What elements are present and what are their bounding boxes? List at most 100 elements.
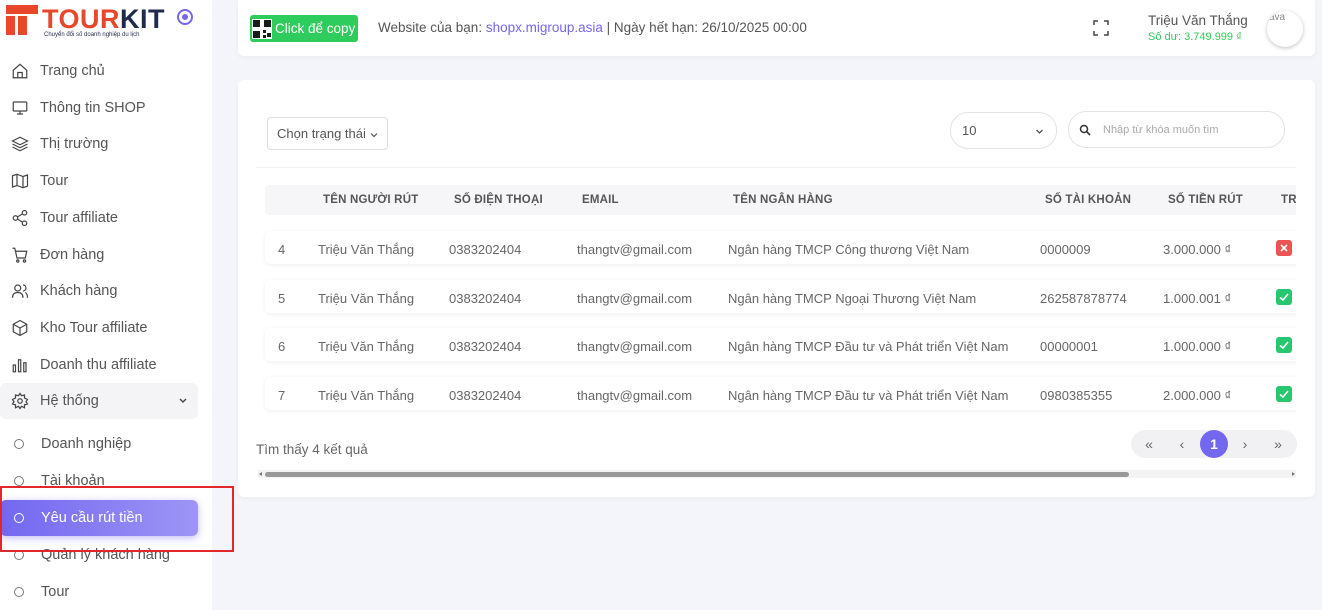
result-count: Tìm thấy 4 kết quả xyxy=(256,442,368,457)
sidebar-item-affiliate-revenue[interactable]: Doanh thu affiliate xyxy=(0,347,198,383)
row-number: 4 xyxy=(278,242,286,257)
circle-bullet-icon xyxy=(14,476,24,486)
user-name: Triệu Văn Thắng xyxy=(1148,13,1248,28)
cart-icon xyxy=(10,245,30,265)
qr-code-icon xyxy=(252,18,272,39)
website-label: Website của bạn: xyxy=(378,20,486,35)
monitor-icon xyxy=(10,98,30,118)
cell-bank: Ngân hàng TMCP Đầu tư và Phát triển Việt… xyxy=(728,339,1009,354)
sidebar-item-label: Kho Tour affiliate xyxy=(40,320,148,336)
home-icon xyxy=(10,61,30,81)
page-size-value: 10 xyxy=(962,123,977,138)
sidebar-item-label: Thị trường xyxy=(40,136,109,152)
tourkit-logo[interactable]: TOURKIT Chuyển đổi số doanh nghiệp du lị… xyxy=(6,4,166,40)
status-rejected-icon[interactable] xyxy=(1276,240,1292,256)
cell-phone: 0383202404 xyxy=(449,242,522,257)
sidebar-item-customers[interactable]: Khách hàng xyxy=(0,273,198,309)
fullscreen-icon[interactable] xyxy=(1093,20,1109,36)
layers-icon xyxy=(10,134,30,154)
chevron-down-icon xyxy=(370,133,378,138)
avatar-alt-text: ava xyxy=(1269,12,1286,23)
pagination: « ‹ 1 › » xyxy=(1131,430,1297,458)
sidebar-subitem-label: Tour xyxy=(41,584,70,600)
column-header-amount: SỐ TIỀN RÚT xyxy=(1168,194,1244,206)
status-filter-value: Chọn trạng thái xyxy=(277,126,366,141)
scrollbar-thumb[interactable] xyxy=(265,472,1129,477)
scroll-left-icon[interactable] xyxy=(259,472,262,476)
cell-amount: 1.000.000 ₫ xyxy=(1163,339,1232,354)
cell-name: Triệu Văn Thắng xyxy=(318,339,415,354)
cell-name: Triệu Văn Thắng xyxy=(318,388,415,403)
sidebar-subitem-tour[interactable]: Tour xyxy=(0,574,198,610)
sidebar-item-tour-affiliate[interactable]: Tour affiliate xyxy=(0,200,198,236)
cell-phone: 0383202404 xyxy=(449,339,522,354)
bar-chart-icon xyxy=(10,355,30,375)
table-row[interactable]: 7 Triệu Văn Thắng 0383202404 thangtv@gma… xyxy=(265,377,1296,410)
expiry-date: | Ngày hết hạn: 26/10/2025 00:00 xyxy=(602,20,807,35)
prev-page-button[interactable]: ‹ xyxy=(1168,430,1196,458)
row-number: 7 xyxy=(278,388,286,403)
next-page-button[interactable]: › xyxy=(1231,430,1259,458)
sidebar-subitem-label: Doanh nghiệp xyxy=(41,436,132,452)
brand-name: TOURKIT xyxy=(42,4,166,34)
column-header-bank: TÊN NGÂN HÀNG xyxy=(733,194,833,206)
sidebar-group-system[interactable]: Hệ thống xyxy=(0,383,198,419)
cell-phone: 0383202404 xyxy=(449,291,522,306)
sidebar-subitem-business[interactable]: Doanh nghiệp xyxy=(0,426,198,462)
website-info: Website của bạn: shopx.migroup.asia | Ng… xyxy=(378,20,807,35)
share-icon xyxy=(10,208,30,228)
status-approved-icon[interactable] xyxy=(1276,386,1292,402)
cell-email: thangtv@gmail.com xyxy=(577,291,693,306)
cell-email: thangtv@gmail.com xyxy=(577,388,693,403)
cell-phone: 0383202404 xyxy=(449,388,522,403)
column-header-email: EMAIL xyxy=(582,194,619,206)
brand-tagline: Chuyển đổi số doanh nghiệp du lịch xyxy=(44,32,140,38)
status-approved-icon[interactable] xyxy=(1276,289,1292,305)
withdrawal-table: TÊN NGƯỜI RÚT SỐ ĐIỆN THOẠI EMAIL TÊN NG… xyxy=(256,167,1296,425)
chevron-down-icon xyxy=(179,398,187,403)
logo-mark-icon xyxy=(6,5,38,35)
sidebar-group-label: Hệ thống xyxy=(40,393,99,409)
avatar[interactable]: ava xyxy=(1267,11,1303,47)
cell-amount: 3.000.000 ₫ xyxy=(1163,242,1232,257)
circle-bullet-icon xyxy=(14,587,24,597)
search-icon xyxy=(1079,124,1091,136)
chevron-down-icon xyxy=(1036,129,1043,134)
cell-email: thangtv@gmail.com xyxy=(577,339,693,354)
row-number: 5 xyxy=(278,291,286,306)
sidebar-item-tour-affiliate-store[interactable]: Kho Tour affiliate xyxy=(0,310,198,346)
sidebar-item-orders[interactable]: Đơn hàng xyxy=(0,237,198,273)
table-row[interactable]: 6 Triệu Văn Thắng 0383202404 thangtv@gma… xyxy=(265,328,1296,361)
table-row[interactable]: 4 Triệu Văn Thắng 0383202404 thangtv@gma… xyxy=(265,231,1296,264)
horizontal-scrollbar[interactable] xyxy=(258,470,1296,478)
sidebar-item-label: Đơn hàng xyxy=(40,247,105,263)
copy-website-button[interactable]: Click để copy xyxy=(250,15,358,42)
sidebar-item-shop-info[interactable]: Thông tin SHOP xyxy=(0,90,198,126)
last-page-button[interactable]: » xyxy=(1264,430,1292,458)
sidebar-item-label: Thông tin SHOP xyxy=(40,100,146,116)
page-size-select[interactable]: 10 xyxy=(950,112,1057,149)
sidebar-item-label: Tour affiliate xyxy=(40,210,118,226)
search-input[interactable] xyxy=(1103,123,1273,136)
sidebar-item-market[interactable]: Thị trường xyxy=(0,126,198,162)
cell-name: Triệu Văn Thắng xyxy=(318,242,415,257)
copy-button-label: Click để copy xyxy=(275,21,356,36)
sidebar-item-tour[interactable]: Tour xyxy=(0,163,198,199)
page-1-button[interactable]: 1 xyxy=(1200,430,1228,458)
cell-amount: 2.000.000 ₫ xyxy=(1163,388,1232,403)
status-approved-icon[interactable] xyxy=(1276,337,1292,353)
sidebar-item-home[interactable]: Trang chủ xyxy=(0,53,198,89)
website-link[interactable]: shopx.migroup.asia xyxy=(486,20,603,35)
cell-amount: 1.000.001 ₫ xyxy=(1163,291,1232,306)
table-row[interactable]: 5 Triệu Văn Thắng 0383202404 thangtv@gma… xyxy=(265,280,1296,313)
column-header-name: TÊN NGƯỜI RÚT xyxy=(323,194,419,206)
scroll-right-icon[interactable] xyxy=(1292,472,1295,476)
highlight-annotation xyxy=(0,486,234,552)
first-page-button[interactable]: « xyxy=(1135,430,1163,458)
top-bar: Click để copy Website của bạn: shopx.mig… xyxy=(238,0,1315,56)
status-filter-select[interactable]: Chọn trạng thái xyxy=(267,117,388,150)
sidebar-toggle-icon[interactable] xyxy=(177,9,193,25)
cell-bank: Ngân hàng TMCP Ngoại Thương Việt Nam xyxy=(728,291,977,306)
cell-email: thangtv@gmail.com xyxy=(577,242,693,257)
box-icon xyxy=(10,318,30,338)
